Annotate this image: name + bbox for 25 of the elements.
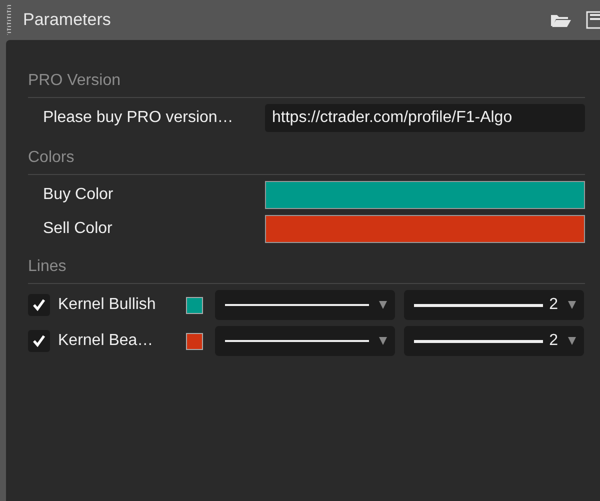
line-label: Kernel Bea… bbox=[58, 332, 154, 350]
parameter-label: Please buy PRO version… bbox=[43, 109, 234, 127]
checkbox[interactable] bbox=[28, 294, 50, 316]
checkmark-icon bbox=[32, 298, 46, 312]
line-label: Kernel Bullish bbox=[58, 296, 157, 314]
folder-icon[interactable] bbox=[550, 12, 572, 28]
color-swatch[interactable] bbox=[186, 332, 203, 350]
text-field[interactable]: https://ctrader.com/profile/F1-Algo bbox=[265, 104, 585, 132]
panel-title: Parameters bbox=[23, 10, 111, 30]
color-swatch[interactable] bbox=[186, 296, 203, 314]
parameter-label: Buy Color bbox=[43, 186, 114, 204]
section-heading: PRO Version bbox=[28, 71, 585, 98]
section-heading: Lines bbox=[28, 257, 585, 284]
line-style-dropdown[interactable] bbox=[215, 290, 395, 320]
color-field[interactable] bbox=[265, 215, 585, 243]
line-width-dropdown[interactable]: 2 bbox=[404, 326, 584, 356]
drag-handle[interactable] bbox=[7, 5, 11, 35]
parameter-label: Sell Color bbox=[43, 220, 114, 238]
line-width-dropdown[interactable]: 2 bbox=[404, 290, 584, 320]
save-icon[interactable] bbox=[586, 11, 600, 29]
checkmark-icon bbox=[32, 334, 46, 348]
checkbox[interactable] bbox=[28, 330, 50, 352]
color-field[interactable] bbox=[265, 181, 585, 209]
line-style-dropdown[interactable] bbox=[215, 326, 395, 356]
section-heading: Colors bbox=[28, 148, 585, 175]
